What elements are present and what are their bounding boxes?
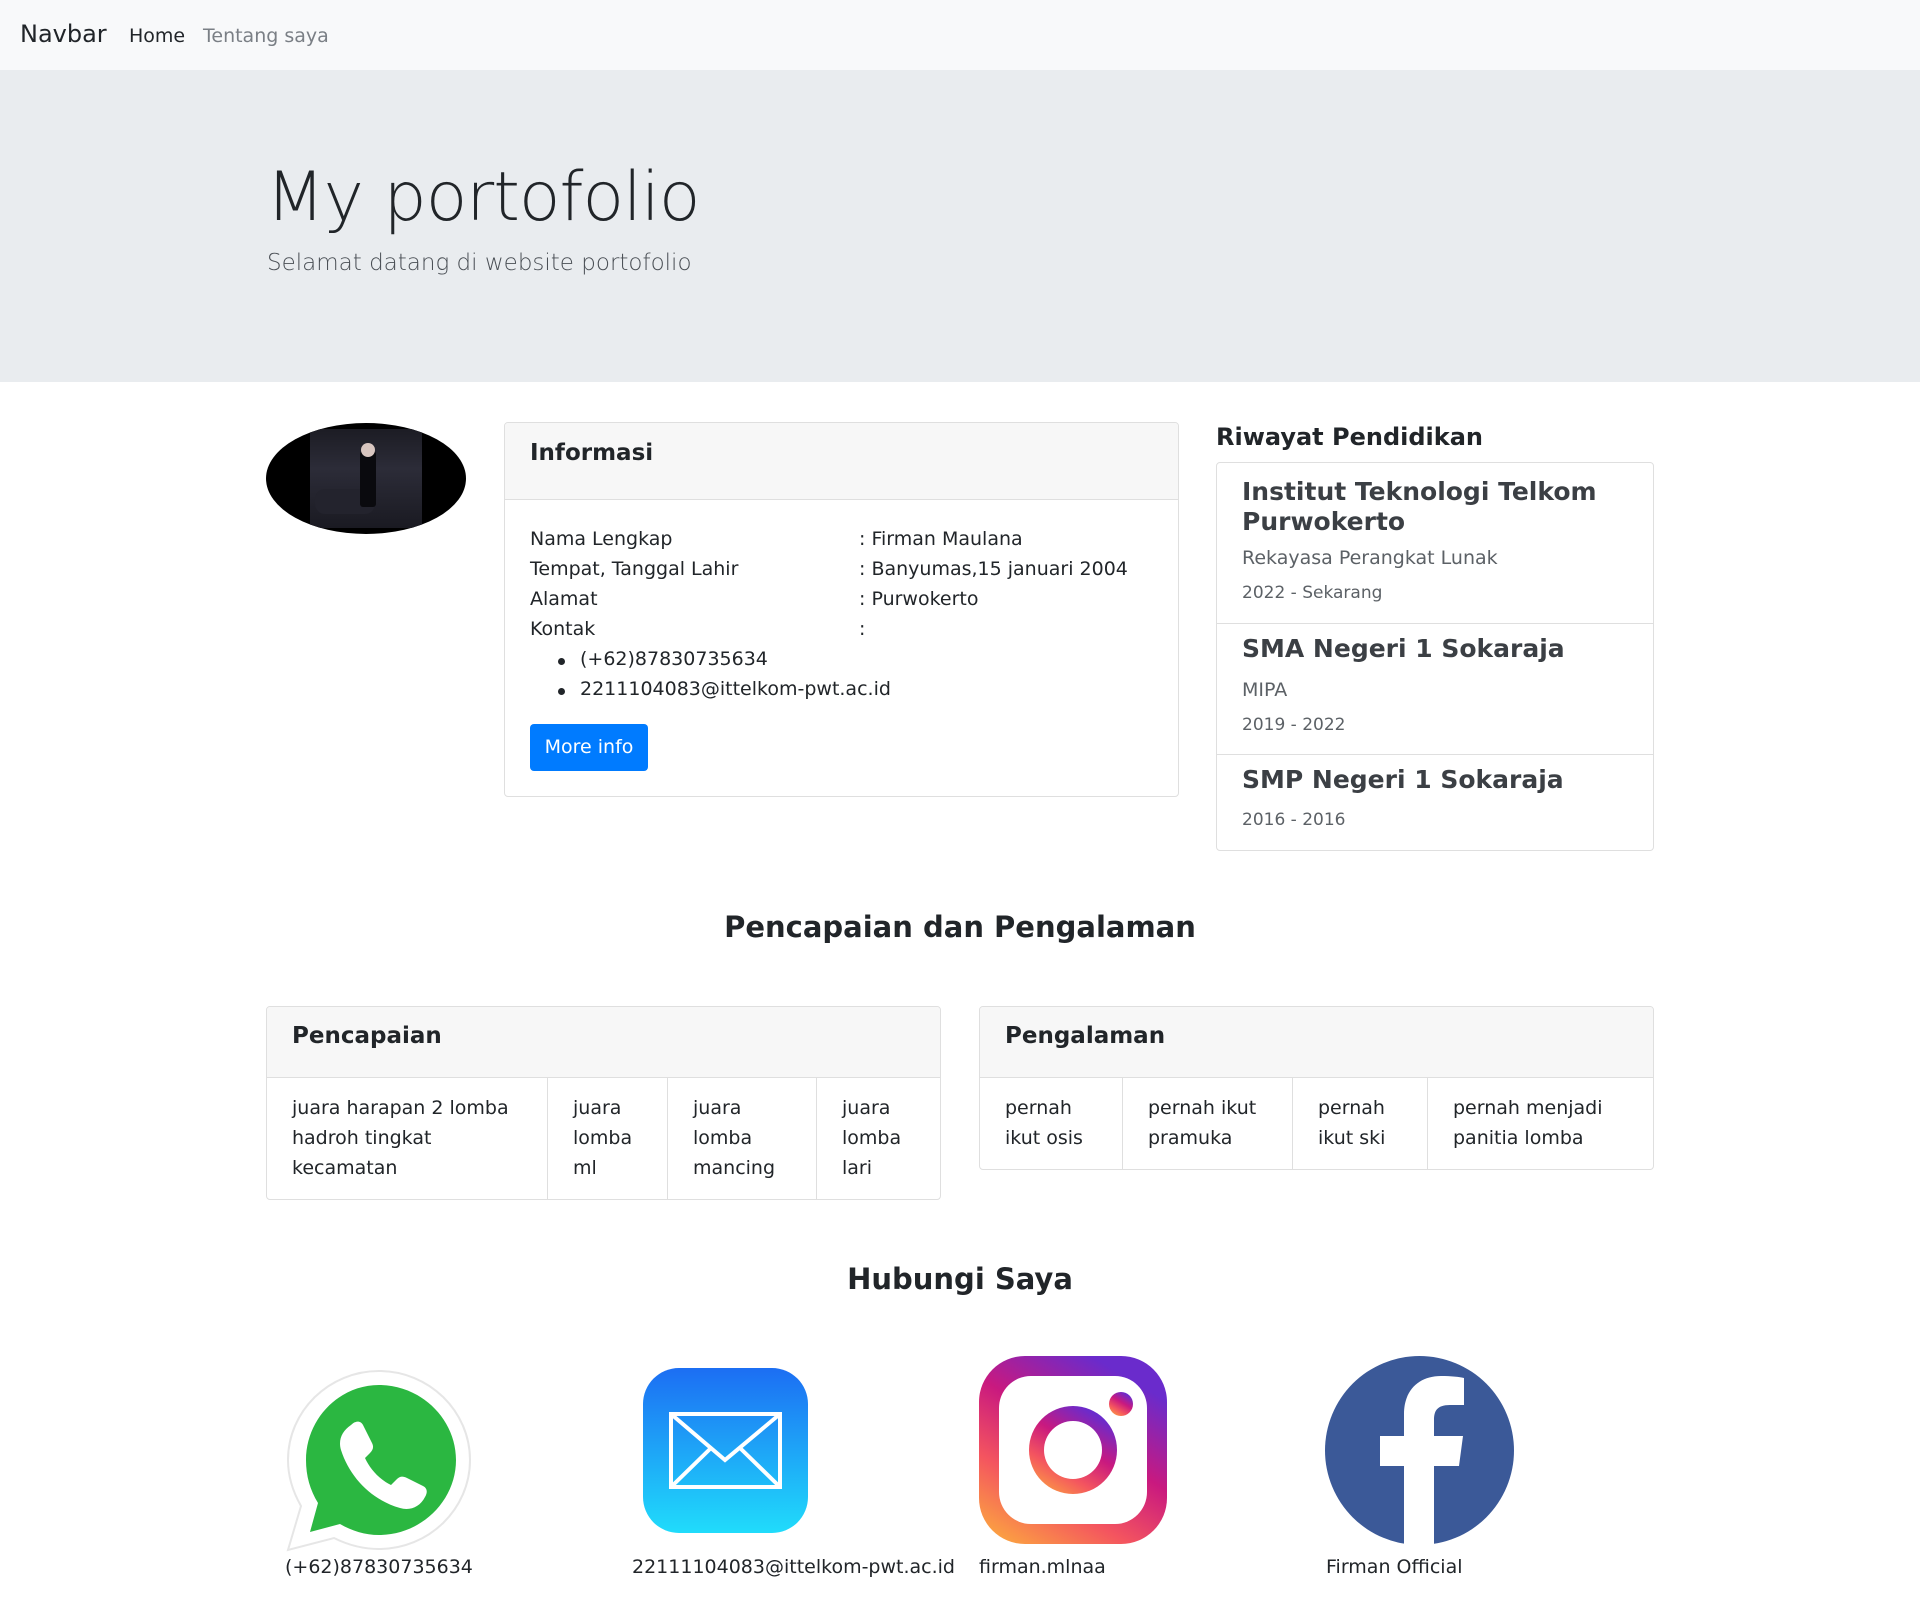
page-subtitle: Selamat datang di website portofolio [267,250,692,276]
mail-icon[interactable] [643,1368,808,1533]
achievements-card: Pencapaian juara harapan 2 lomba hadroh … [266,1006,941,1200]
education-major: MIPA [1242,679,1288,701]
experience-item: pernah menjadi panitia lomba [1453,1097,1603,1149]
nav-item-tentang-saya[interactable]: Tentang saya [203,25,329,47]
education-school-name: Institut Teknologi Telkom Purwokerto [1242,477,1597,536]
info-value-ttl: : Banyumas,15 januari 2004 [859,558,1128,580]
info-value-kontak: : [859,618,866,640]
achievement-item: juara lomba mancing [668,1078,817,1199]
instagram-icon[interactable] [979,1356,1167,1544]
achievements-table: juara harapan 2 lomba hadroh tingkat kec… [267,1078,940,1199]
info-card-title: Informasi [530,440,654,466]
achievement-item: juara harapan 2 lomba hadroh tingkat kec… [267,1078,548,1199]
facebook-icon[interactable] [1325,1356,1514,1545]
experience-item: pernah ikut osis [980,1078,1123,1169]
info-label-alamat: Alamat [530,588,598,610]
profile-avatar [266,423,466,534]
contact-section-title: Hubungi Saya [847,1262,1073,1296]
education-item: SMP Negeri 1 Sokaraja 2016 - 2016 [1217,755,1653,850]
achievements-section-title: Pencapaian dan Pengalaman [724,910,1196,944]
education-years: 2016 - 2016 [1242,810,1346,830]
education-item: SMA Negeri 1 Sokaraja MIPA 2019 - 2022 [1217,624,1653,755]
profile-photo [310,429,422,528]
education-school-name: SMP Negeri 1 Sokaraja [1242,765,1564,794]
info-value-alamat: : Purwokerto [859,588,979,610]
info-value-nama: : Firman Maulana [859,528,1023,550]
info-label-nama: Nama Lengkap [530,528,673,550]
navbar: Navbar Home Tentang saya [0,0,1920,70]
contact-label-whatsapp[interactable]: (+62)87830735634 [285,1556,473,1578]
education-list: Institut Teknologi Telkom Purwokerto Rek… [1216,462,1654,851]
info-card-header: Informasi [505,423,1178,500]
education-title: Riwayat Pendidikan [1216,423,1484,451]
experience-card: Pengalaman pernah ikut osis pernah ikut … [979,1006,1654,1170]
info-card: Informasi Nama Lengkap : Firman Maulana … [504,422,1179,797]
education-school-name: SMA Negeri 1 Sokaraja [1242,634,1565,663]
nav-item-home[interactable]: Home [129,25,185,47]
education-item: Institut Teknologi Telkom Purwokerto Rek… [1217,463,1653,624]
experience-item: pernah ikut pramuka [1123,1078,1293,1169]
experience-item: pernah ikut ski [1293,1078,1428,1169]
education-years: 2022 - Sekarang [1242,583,1383,603]
contact-label-email[interactable]: 22111104083@ittelkom-pwt.ac.id [632,1556,955,1578]
experience-card-title: Pengalaman [1005,1023,1166,1049]
jumbotron: My portofolio Selamat datang di website … [0,70,1920,382]
contact-list-item-phone: (+62)87830735634 [558,648,768,670]
experience-table: pernah ikut osis pernah ikut pramuka per… [980,1078,1653,1169]
info-label-kontak: Kontak [530,618,596,640]
education-major: Rekayasa Perangkat Lunak [1242,547,1498,569]
experience-card-header: Pengalaman [980,1007,1653,1078]
achievements-card-title: Pencapaian [292,1023,442,1049]
achievement-item: juara lomba ml [548,1078,668,1199]
education-years: 2019 - 2022 [1242,715,1346,735]
contact-label-instagram[interactable]: firman.mlnaa [979,1556,1106,1578]
info-label-ttl: Tempat, Tanggal Lahir [530,558,739,580]
navbar-brand[interactable]: Navbar [20,20,107,48]
contact-list-item-email: 2211104083@ittelkom-pwt.ac.id [558,678,891,700]
achievement-item: juara lomba lari [842,1097,902,1179]
more-info-button[interactable]: More info [530,724,648,771]
achievements-card-header: Pencapaian [267,1007,940,1078]
page-title: My portofolio [266,158,700,237]
contact-label-facebook[interactable]: Firman Official [1326,1556,1463,1578]
whatsapp-icon[interactable] [284,1367,474,1557]
